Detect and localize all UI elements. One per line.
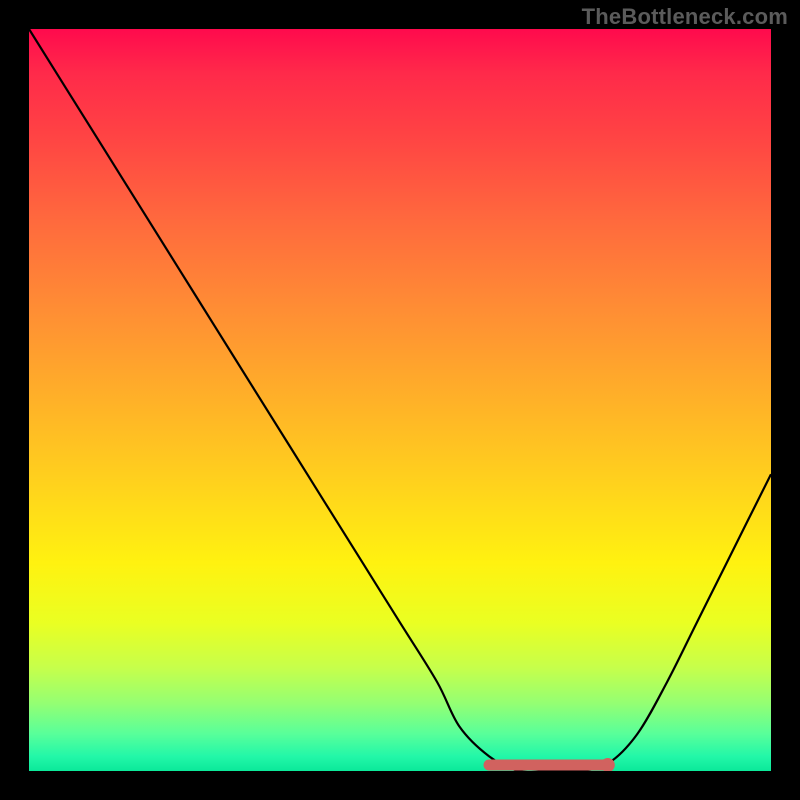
chart-frame: TheBottleneck.com bbox=[0, 0, 800, 800]
bottleneck-curve bbox=[29, 29, 771, 771]
optimal-point-marker bbox=[601, 758, 615, 771]
plot-area bbox=[29, 29, 771, 771]
watermark-text: TheBottleneck.com bbox=[582, 4, 788, 30]
curve-svg bbox=[29, 29, 771, 771]
